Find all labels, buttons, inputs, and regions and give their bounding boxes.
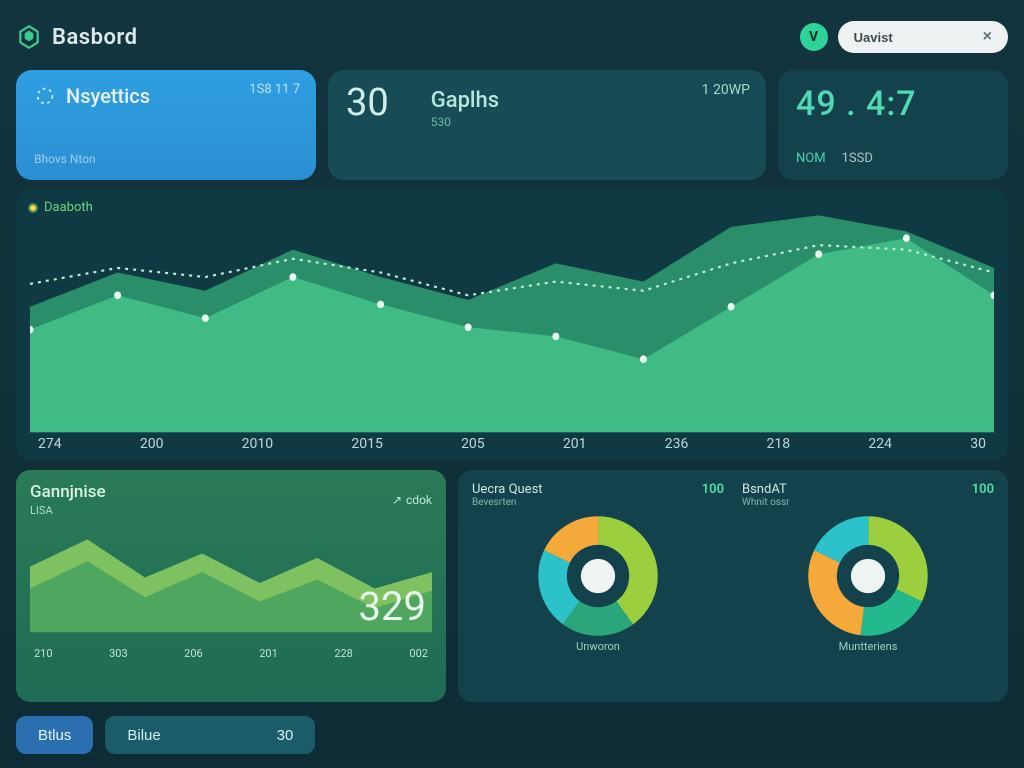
brand: Basbord	[16, 24, 138, 50]
avatar[interactable]: V	[800, 23, 828, 51]
main-area-chart: Daaboth 2742002010201520520123621822430	[16, 190, 1008, 460]
pie-left: Uecra Quest 100 Bevesrten Unworon	[472, 482, 724, 690]
mini-x-ticks: 210303206201228002	[30, 647, 432, 660]
card-analytics[interactable]: 1S8 11 7 Nsyettics Bhovs Nton	[16, 70, 316, 180]
user-pill[interactable]: Uavist ×	[838, 21, 1008, 53]
card-graphs-value: 30	[346, 84, 389, 122]
mini-chart-sub: LISA	[30, 504, 106, 517]
area-chart-svg	[30, 204, 994, 454]
pie-right: BsndAT 100 Whnit ossr Muntteriens	[742, 482, 994, 690]
close-icon[interactable]: ×	[983, 28, 992, 46]
card-graphs-sub: 530	[431, 115, 499, 129]
bottom-row: Gannjnise LISA ↗ cdok 329 21030320620122…	[16, 470, 1008, 702]
clock-value: 49 . 4:7	[796, 84, 990, 124]
tab-btlus[interactable]: Btlus	[16, 716, 93, 754]
pie-left-title: Uecra Quest	[472, 482, 543, 497]
link-icon: ↗	[392, 493, 402, 507]
header: Basbord V Uavist ×	[16, 14, 1008, 60]
clock-sub-b: 1SSD	[842, 151, 873, 166]
brand-text: Basbord	[52, 25, 138, 50]
stat-cards-row: 1S8 11 7 Nsyettics Bhovs Nton 1 20WP 30 …	[16, 70, 1008, 180]
chart-legend: Daaboth	[28, 200, 93, 215]
chart-title: Daaboth	[44, 200, 93, 215]
card-analytics-meta: 1S8 11 7	[249, 82, 300, 97]
card-graphs[interactable]: 1 20WP 30 Gaplhs 530	[328, 70, 766, 180]
donut-right-svg	[808, 516, 928, 636]
card-analytics-title: Nsyettics	[66, 84, 150, 108]
pie-left-sub: Bevesrten	[472, 497, 724, 508]
pie-right-sub: Whnit ossr	[742, 497, 994, 508]
mini-chart-link[interactable]: ↗ cdok	[392, 493, 432, 507]
pie-right-foot: Muntteriens	[742, 640, 994, 653]
clock-sub-a: NOM	[796, 151, 826, 166]
pie-left-foot: Unworon	[472, 640, 724, 653]
legend-dot-icon	[28, 203, 38, 213]
footer-tabs: Btlus Bilue 30	[16, 716, 1008, 754]
tab-bilue[interactable]: Bilue 30	[105, 716, 315, 754]
spinner-icon	[34, 85, 56, 107]
user-pill-label: Uavist	[854, 30, 893, 45]
tab-bilue-value: 30	[277, 727, 294, 744]
panel-pies: Uecra Quest 100 Bevesrten Unworon BsndAT…	[458, 470, 1008, 702]
card-graphs-title: Gaplhs	[431, 88, 499, 113]
pie-right-value: 100	[972, 482, 994, 497]
tab-bilue-label: Bilue	[127, 727, 160, 744]
pie-right-title: BsndAT	[742, 482, 787, 497]
card-analytics-sub: Bhovs Nton	[34, 152, 298, 166]
logo-icon	[16, 24, 42, 50]
card-clock: 49 . 4:7 NOM 1SSD	[778, 70, 1008, 180]
pie-left-value: 100	[702, 482, 724, 497]
panel-mini-chart: Gannjnise LISA ↗ cdok 329 21030320620122…	[16, 470, 446, 702]
mini-chart-value: 329	[359, 583, 426, 630]
mini-chart-title: Gannjnise	[30, 482, 106, 502]
donut-left-svg	[538, 516, 658, 636]
card-graphs-meta: 1 20WP	[702, 82, 750, 98]
